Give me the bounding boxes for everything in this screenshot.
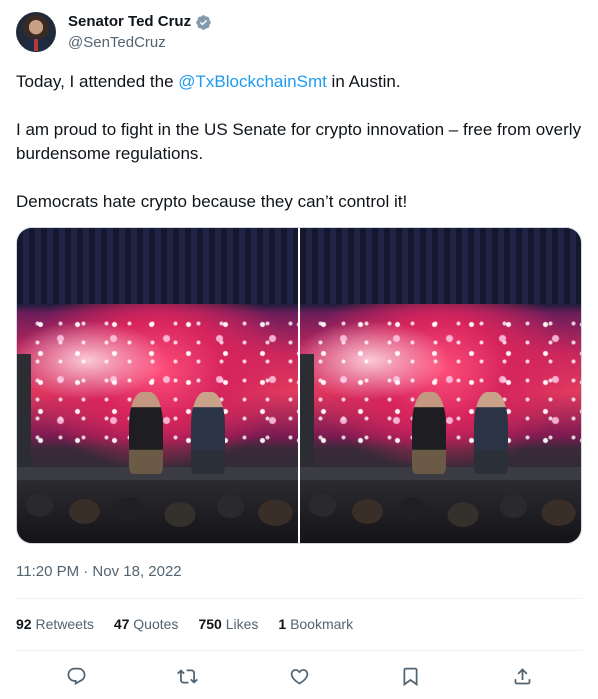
like-icon bbox=[290, 668, 308, 685]
action-bar bbox=[16, 662, 582, 690]
retweets-count: 92 bbox=[16, 616, 32, 632]
retweets-label: Retweets bbox=[35, 616, 94, 632]
retweets-stat[interactable]: 92 Retweets bbox=[16, 614, 94, 634]
divider bbox=[16, 598, 582, 599]
media-grid bbox=[16, 227, 582, 544]
photo-2[interactable] bbox=[300, 228, 581, 543]
likes-label: Likes bbox=[225, 616, 259, 632]
share-button[interactable] bbox=[508, 662, 536, 690]
likes-stat[interactable]: 750 Likes bbox=[198, 614, 258, 634]
bookmarks-stat[interactable]: 1 Bookmark bbox=[278, 614, 353, 634]
text-segment: Today, I attended the bbox=[16, 72, 179, 91]
divider bbox=[16, 650, 582, 651]
quotes-label: Quotes bbox=[133, 616, 179, 632]
tweet-text: Today, I attended the @TxBlockchainSmt i… bbox=[16, 70, 582, 214]
tweet: Senator Ted Cruz @SenTedCruz Today, I at… bbox=[0, 0, 598, 699]
engagement-stats: 92 Retweets 47 Quotes 750 Likes 1 Bookma… bbox=[16, 614, 353, 634]
bookmark-button[interactable] bbox=[397, 662, 425, 690]
timestamp[interactable]: 11:20 PM · Nov 18, 2022 bbox=[16, 562, 182, 582]
mention-link[interactable]: @TxBlockchainSmt bbox=[178, 72, 327, 91]
author-handle[interactable]: @SenTedCruz bbox=[68, 33, 166, 53]
bookmarks-count: 1 bbox=[278, 616, 287, 632]
retweet-button[interactable] bbox=[174, 662, 202, 690]
avatar[interactable] bbox=[16, 12, 56, 52]
bookmarks-label: Bookmark bbox=[290, 616, 354, 632]
reply-icon bbox=[67, 667, 85, 685]
display-name[interactable]: Senator Ted Cruz bbox=[68, 12, 191, 32]
tweet-paragraph-2: I am proud to fight in the US Senate for… bbox=[16, 120, 582, 163]
bookmark-icon bbox=[403, 667, 418, 686]
quotes-count: 47 bbox=[113, 616, 130, 632]
retweet-icon bbox=[177, 668, 198, 684]
share-icon bbox=[514, 667, 530, 684]
tweet-paragraph-1: Today, I attended the @TxBlockchainSmt i… bbox=[16, 70, 582, 94]
photo-1[interactable] bbox=[17, 228, 298, 543]
reply-button[interactable] bbox=[62, 662, 90, 690]
tweet-paragraph-3: Democrats hate crypto because they can’t… bbox=[16, 192, 408, 211]
like-button[interactable] bbox=[285, 662, 313, 690]
verified-badge-icon[interactable] bbox=[195, 14, 212, 31]
quotes-stat[interactable]: 47 Quotes bbox=[114, 614, 179, 634]
likes-count: 750 bbox=[198, 616, 222, 632]
text-segment: in Austin. bbox=[326, 72, 401, 91]
author-name-row: Senator Ted Cruz bbox=[68, 12, 212, 32]
